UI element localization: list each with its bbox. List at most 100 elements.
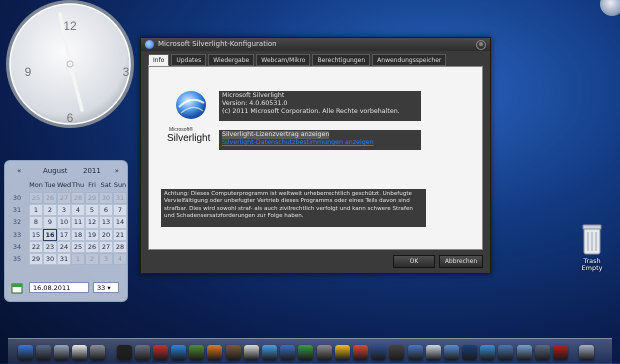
reader-icon[interactable] xyxy=(553,345,569,360)
spy-icon[interactable] xyxy=(389,345,405,360)
gimp-icon[interactable] xyxy=(225,345,241,360)
calendar-day[interactable]: 29 xyxy=(29,252,43,266)
calendar-next-button[interactable]: » xyxy=(115,167,119,175)
calendar-date-field[interactable]: 16.08.2011 xyxy=(29,282,89,293)
calendar-day[interactable]: 30 xyxy=(43,252,57,266)
calendar-weekday: Tue xyxy=(44,181,56,189)
calendar-week-select[interactable]: 33 ▾ xyxy=(93,282,119,293)
tab-wiedergabe[interactable]: Wiedergabe xyxy=(208,54,255,66)
itunes-icon[interactable] xyxy=(262,345,278,360)
calendar-day[interactable]: 2 xyxy=(43,204,57,217)
network-globe-icon[interactable] xyxy=(498,345,514,360)
trash[interactable]: Trash Empty xyxy=(576,222,608,276)
calendar-day[interactable]: 31 xyxy=(57,252,71,266)
safari-icon[interactable] xyxy=(480,345,496,360)
privacy-link[interactable]: Silverlight-Datenschutzbestimmungen anze… xyxy=(222,139,418,147)
calendar-day[interactable]: 29 xyxy=(85,192,99,205)
calendar-day[interactable]: 25 xyxy=(71,240,85,253)
calendar-day-grid: 25 26 27 28 29 30 31 1 2 3 4 5 6 7 8 9 10 11 12 13 14 15 16 17 1… xyxy=(29,192,127,266)
calendar-day[interactable]: 17 xyxy=(57,228,71,241)
calendar-day[interactable]: 28 xyxy=(113,240,127,253)
calendar-day[interactable]: 13 xyxy=(99,216,113,229)
system-orb-icon[interactable] xyxy=(600,0,620,16)
calendar-day[interactable]: 2 xyxy=(85,252,99,266)
calendar-day[interactable]: 18 xyxy=(71,228,85,241)
calendar-day[interactable]: 3 xyxy=(57,204,71,217)
calendar-day[interactable]: 15 xyxy=(29,228,43,241)
quicktime-icon[interactable] xyxy=(280,345,296,360)
calendar-day[interactable]: 27 xyxy=(99,240,113,253)
ie-icon[interactable] xyxy=(171,345,187,360)
folder-icon[interactable] xyxy=(443,345,459,360)
license-link[interactable]: Silverlight-Lizenzvertrag anzeigen xyxy=(222,131,330,139)
calendar-day[interactable]: 6 xyxy=(99,204,113,217)
recorder-icon[interactable] xyxy=(371,345,387,360)
clock-numeral-9: 9 xyxy=(25,65,32,79)
calendar-day[interactable]: 1 xyxy=(29,204,43,217)
calendar-day[interactable]: 10 xyxy=(57,216,71,229)
calendar-icon[interactable] xyxy=(72,345,88,360)
calendar-day[interactable]: 1 xyxy=(71,252,85,266)
calendar-day[interactable]: 25 xyxy=(29,192,43,205)
utility-icon[interactable] xyxy=(516,345,532,360)
tab-updates[interactable]: Updates xyxy=(171,54,207,66)
cancel-button[interactable]: Abbrechen xyxy=(439,255,483,268)
games-icon[interactable] xyxy=(189,345,205,360)
calendar-day[interactable]: 8 xyxy=(29,216,43,229)
calendar-day[interactable]: 3 xyxy=(99,252,113,266)
opera-icon[interactable] xyxy=(152,345,168,360)
calendar-day[interactable]: 30 xyxy=(99,192,113,205)
tab-webcam-mikro[interactable]: Webcam/Mikro xyxy=(256,54,311,66)
calendar-day[interactable]: 27 xyxy=(57,192,71,205)
calendar-day[interactable]: 7 xyxy=(113,204,127,217)
calendar-day[interactable]: 16 xyxy=(43,228,57,241)
tab-info[interactable]: Info xyxy=(148,54,170,66)
calendar-day[interactable]: 4 xyxy=(113,252,127,266)
duck-icon[interactable] xyxy=(334,345,350,360)
thunderbird-icon[interactable] xyxy=(407,345,423,360)
calendar-day[interactable]: 31 xyxy=(113,192,127,205)
chrome-icon[interactable] xyxy=(352,345,368,360)
calendar-day[interactable]: 26 xyxy=(85,240,99,253)
calendar-day[interactable]: 23 xyxy=(43,240,57,253)
calendar-day[interactable]: 5 xyxy=(85,204,99,217)
monitor-icon[interactable] xyxy=(534,345,550,360)
calendar-icon[interactable] xyxy=(11,282,23,294)
calendar-week-number: 31 xyxy=(12,206,22,215)
calendar-day[interactable]: 11 xyxy=(71,216,85,229)
tab-anwendungsspeicher[interactable]: Anwendungsspeicher xyxy=(372,54,447,66)
tab-berechtigungen[interactable]: Berechtigungen xyxy=(312,54,371,66)
video-icon[interactable] xyxy=(298,345,314,360)
calendar-day[interactable]: 12 xyxy=(85,216,99,229)
stack-icon[interactable] xyxy=(579,345,595,360)
calendar-day[interactable]: 19 xyxy=(85,228,99,241)
trash-label-line2: Empty xyxy=(581,264,603,272)
photoshop-icon[interactable] xyxy=(462,345,478,360)
calendar-weekday: Sat xyxy=(100,181,112,189)
calendar-day[interactable]: 24 xyxy=(57,240,71,253)
calendar-day[interactable]: 21 xyxy=(113,228,127,241)
ok-button[interactable]: OK xyxy=(393,255,435,268)
calendar-footer: 16.08.2011 33 ▾ xyxy=(7,278,125,294)
calendar-day[interactable]: 4 xyxy=(71,204,85,217)
calendar-prev-button[interactable]: « xyxy=(17,167,21,175)
preferences-icon[interactable] xyxy=(90,345,106,360)
finder-globe-icon[interactable] xyxy=(17,345,33,360)
window-titlebar[interactable]: Microsoft Silverlight-Konfiguration ⊗ xyxy=(141,38,490,51)
frame-icon[interactable] xyxy=(316,345,332,360)
calendar-day[interactable]: 20 xyxy=(99,228,113,241)
mail-icon[interactable] xyxy=(53,345,69,360)
calendar-day[interactable]: 28 xyxy=(71,192,85,205)
firefox-icon[interactable] xyxy=(207,345,223,360)
calendar-day[interactable]: 26 xyxy=(43,192,57,205)
stamp-icon[interactable] xyxy=(425,345,441,360)
close-icon[interactable]: ⊗ xyxy=(476,40,486,50)
chess-icon[interactable] xyxy=(243,345,259,360)
calendar-day[interactable]: 14 xyxy=(113,216,127,229)
network-icon[interactable] xyxy=(35,345,51,360)
photo-icon[interactable] xyxy=(134,345,150,360)
terminal-icon[interactable] xyxy=(116,345,132,360)
calendar-day[interactable]: 9 xyxy=(43,216,57,229)
calendar-gadget: « August 2011 » Mon Tue Wed Thu Fri Sat Sun 30… xyxy=(4,160,128,302)
calendar-day[interactable]: 22 xyxy=(29,240,43,253)
